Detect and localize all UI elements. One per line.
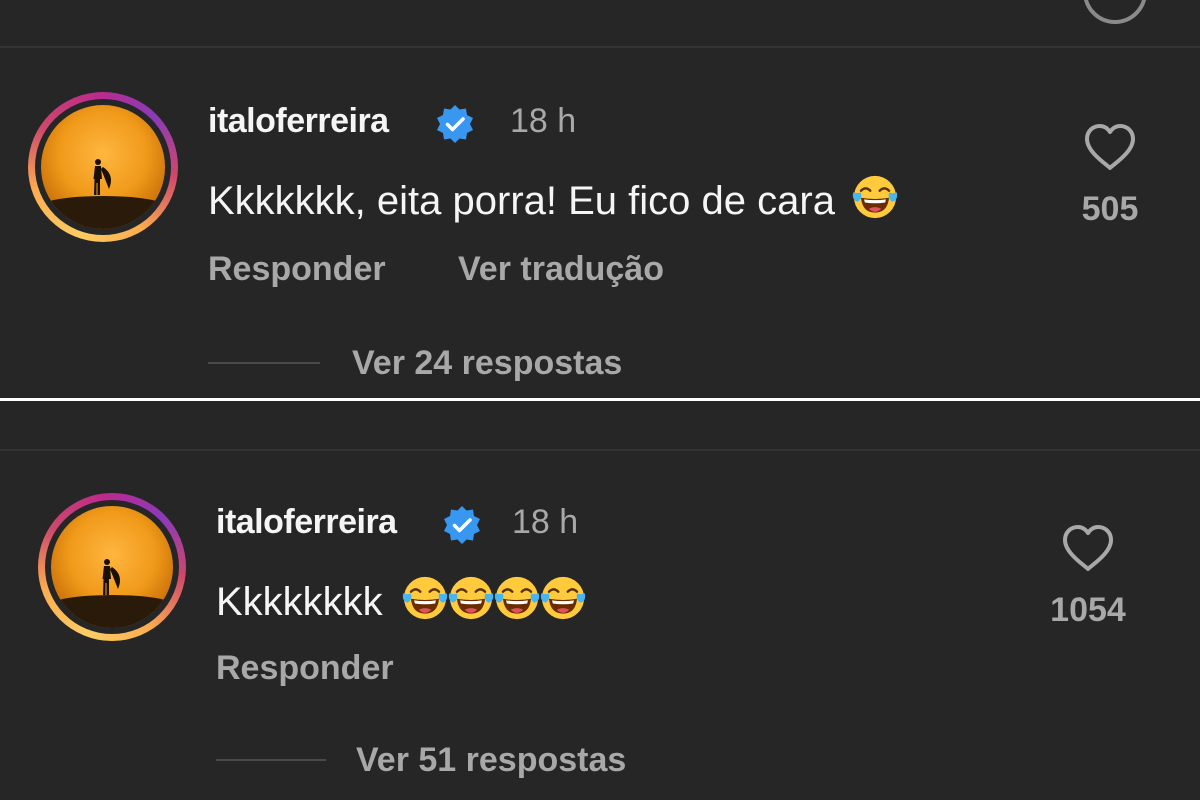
like-heart-icon[interactable]	[1060, 523, 1116, 573]
like-count: 1054	[1050, 591, 1126, 629]
avatar[interactable]	[38, 493, 186, 641]
comment-timestamp: 18 h	[512, 503, 579, 541]
verified-badge-icon	[435, 104, 475, 144]
view-replies-button[interactable]: Ver 51 respostas	[356, 741, 626, 780]
replies-divider	[208, 362, 320, 364]
face-with-tears-of-joy-icon	[492, 573, 542, 623]
comment-panel-2: italoferreira 18 h Kkkkkkkk Responder 10…	[0, 401, 1200, 800]
view-replies-button[interactable]: Ver 24 respostas	[352, 344, 622, 383]
comment-text: Kkkkkkk, eita porra! Eu fico de cara	[208, 179, 835, 223]
face-with-tears-of-joy-icon	[446, 573, 496, 623]
comment-username[interactable]: italoferreira	[208, 102, 389, 141]
comment-text: Kkkkkkkk	[216, 580, 383, 624]
divider	[0, 449, 1200, 451]
reply-button[interactable]: Responder	[216, 649, 394, 688]
surfer-silhouette-icon	[85, 157, 117, 197]
reply-button[interactable]: Responder	[208, 250, 386, 289]
comment-panel-1: italoferreira 18 h Kkkkkkk, eita porra! …	[0, 0, 1200, 398]
comment-timestamp: 18 h	[510, 102, 577, 140]
face-with-tears-of-joy-icon	[850, 172, 900, 222]
face-with-tears-of-joy-icon	[400, 573, 450, 623]
translate-button[interactable]: Ver tradução	[458, 250, 664, 289]
verified-badge-icon	[442, 505, 482, 545]
comment-text-container: Kkkkkkkk	[216, 573, 588, 625]
comment-username[interactable]: italoferreira	[216, 503, 397, 542]
like-count: 505	[1081, 190, 1139, 228]
like-heart-icon[interactable]	[1082, 122, 1138, 172]
circle-icon[interactable]	[1083, 0, 1147, 24]
replies-divider	[216, 759, 326, 761]
comment-text-container: Kkkkkkk, eita porra! Eu fico de cara	[208, 172, 900, 224]
avatar[interactable]	[28, 92, 178, 242]
surfer-silhouette-icon	[94, 557, 126, 597]
divider	[0, 46, 1200, 48]
face-with-tears-of-joy-icon	[538, 573, 588, 623]
